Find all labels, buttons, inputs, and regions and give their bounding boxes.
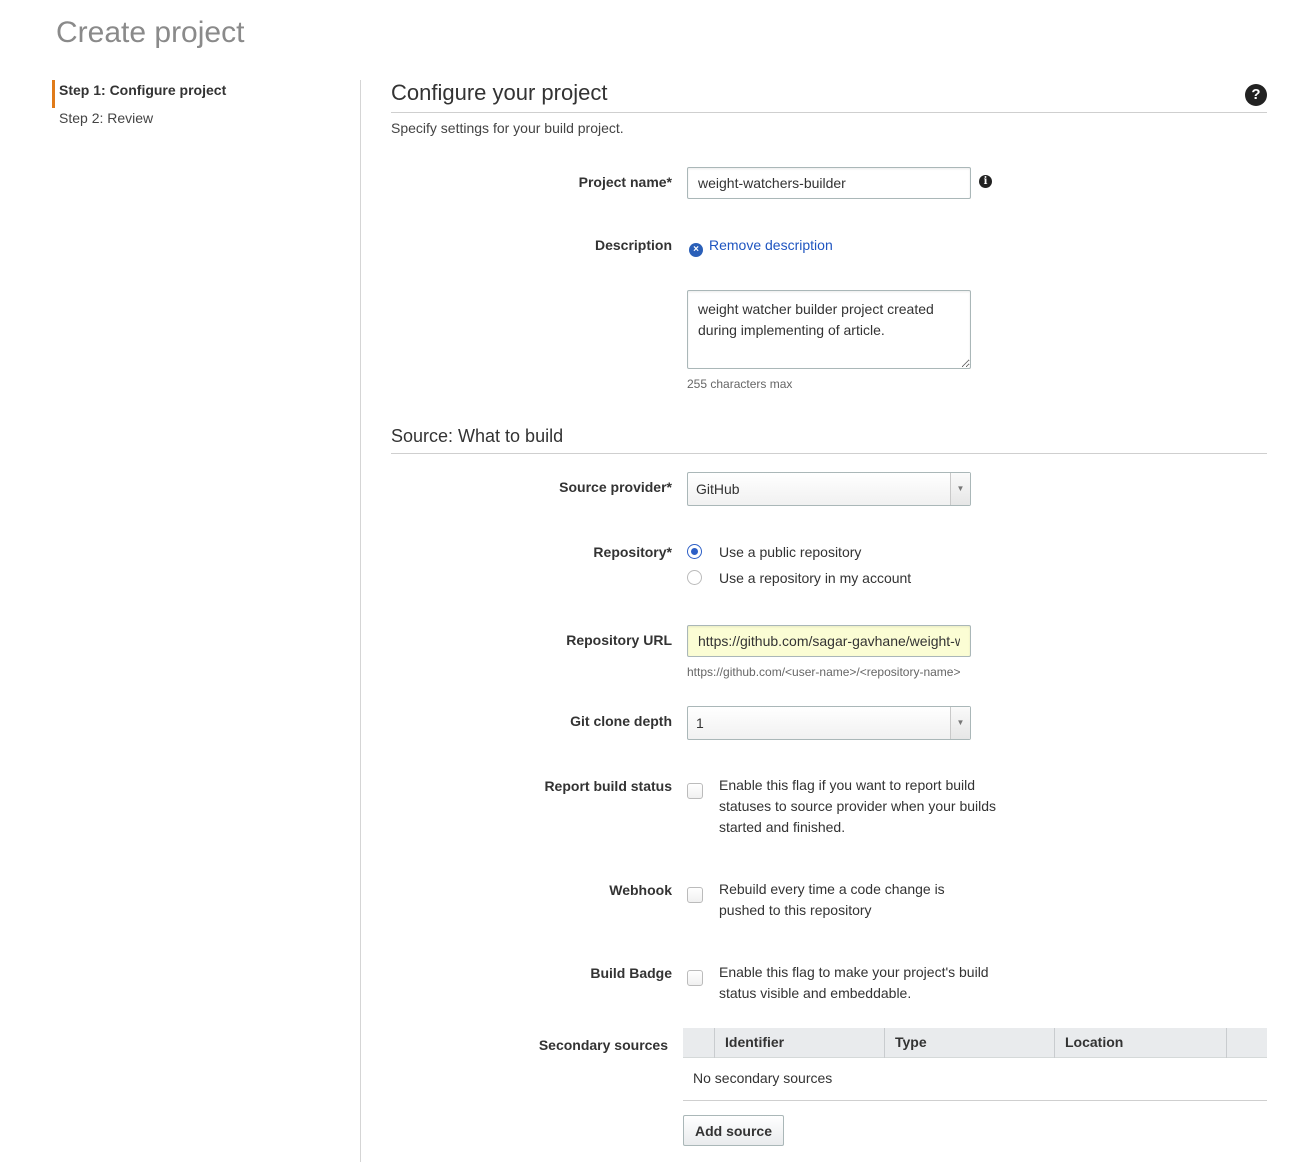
webhook-text: Rebuild every time a code change is push… bbox=[719, 881, 945, 918]
vertical-divider bbox=[360, 80, 361, 1162]
close-circle-icon: × bbox=[689, 243, 703, 257]
remove-description-label: Remove description bbox=[709, 237, 833, 253]
column-header-identifier[interactable]: Identifier bbox=[714, 1028, 885, 1058]
source-provider-value: GitHub bbox=[696, 481, 740, 497]
description-label: Description bbox=[594, 237, 672, 253]
step-configure-project[interactable]: Step 1: Configure project bbox=[52, 80, 352, 108]
radio-public-repository-label: Use a public repository bbox=[719, 544, 862, 560]
webhook-label: Webhook bbox=[609, 882, 672, 898]
repository-url-hint: https://github.com/<user-name>/<reposito… bbox=[687, 665, 961, 679]
dropdown-arrow-icon[interactable]: ▼ bbox=[950, 707, 970, 739]
build-badge-text: Enable this flag to make your project's … bbox=[719, 964, 989, 1001]
empty-table-message: No secondary sources bbox=[693, 1070, 833, 1086]
source-divider bbox=[391, 453, 1267, 454]
section-title-source: Source: What to build bbox=[391, 426, 564, 446]
remove-description-link[interactable]: × Remove description bbox=[689, 237, 833, 257]
git-clone-depth-label: Git clone depth bbox=[570, 713, 672, 729]
build-badge-checkbox[interactable] bbox=[687, 970, 703, 986]
wizard-steps: Step 1: Configure project Step 2: Review bbox=[52, 80, 352, 136]
section-divider bbox=[391, 112, 1267, 113]
report-build-status-checkbox[interactable] bbox=[687, 783, 703, 799]
description-textarea[interactable]: weight watcher builder project created d… bbox=[687, 290, 971, 369]
secondary-sources-table-header: Identifier Type Location bbox=[683, 1028, 1267, 1058]
git-clone-depth-value: 1 bbox=[696, 715, 704, 731]
repository-url-input[interactable] bbox=[687, 625, 971, 657]
column-header-location[interactable]: Location bbox=[1054, 1028, 1226, 1058]
add-source-button[interactable]: Add source bbox=[683, 1115, 784, 1146]
section-subtitle: Specify settings for your build project. bbox=[391, 120, 624, 136]
radio-button[interactable] bbox=[687, 570, 702, 585]
webhook-checkbox[interactable] bbox=[687, 887, 703, 903]
page-title: Create project bbox=[56, 16, 245, 49]
project-name-input[interactable] bbox=[687, 167, 971, 199]
radio-my-account-repository-label: Use a repository in my account bbox=[719, 570, 912, 586]
description-hint: 255 characters max bbox=[687, 377, 793, 391]
dropdown-arrow-icon[interactable]: ▼ bbox=[950, 473, 970, 505]
radio-button[interactable] bbox=[687, 544, 702, 559]
secondary-sources-label: Secondary sources bbox=[538, 1037, 668, 1053]
build-badge-label: Build Badge bbox=[590, 965, 672, 981]
section-title-configure: Configure your project bbox=[391, 80, 608, 105]
report-build-status-label: Report build status bbox=[544, 778, 672, 794]
repository-label: Repository* bbox=[593, 544, 672, 560]
repository-url-label: Repository URL bbox=[566, 632, 672, 648]
report-build-status-text: Enable this flag if you want to report b… bbox=[719, 777, 997, 835]
source-provider-label: Source provider* bbox=[559, 479, 672, 495]
info-icon[interactable]: i bbox=[979, 175, 992, 188]
source-provider-select[interactable]: GitHub ▼ bbox=[687, 472, 971, 506]
column-header-type[interactable]: Type bbox=[884, 1028, 1055, 1058]
table-divider bbox=[683, 1100, 1267, 1101]
git-clone-depth-select[interactable]: 1 ▼ bbox=[687, 706, 971, 740]
project-name-label: Project name* bbox=[578, 174, 672, 190]
step-review[interactable]: Step 2: Review bbox=[52, 108, 352, 136]
help-icon[interactable]: ? bbox=[1245, 84, 1267, 106]
column-header-actions bbox=[1226, 1028, 1267, 1058]
